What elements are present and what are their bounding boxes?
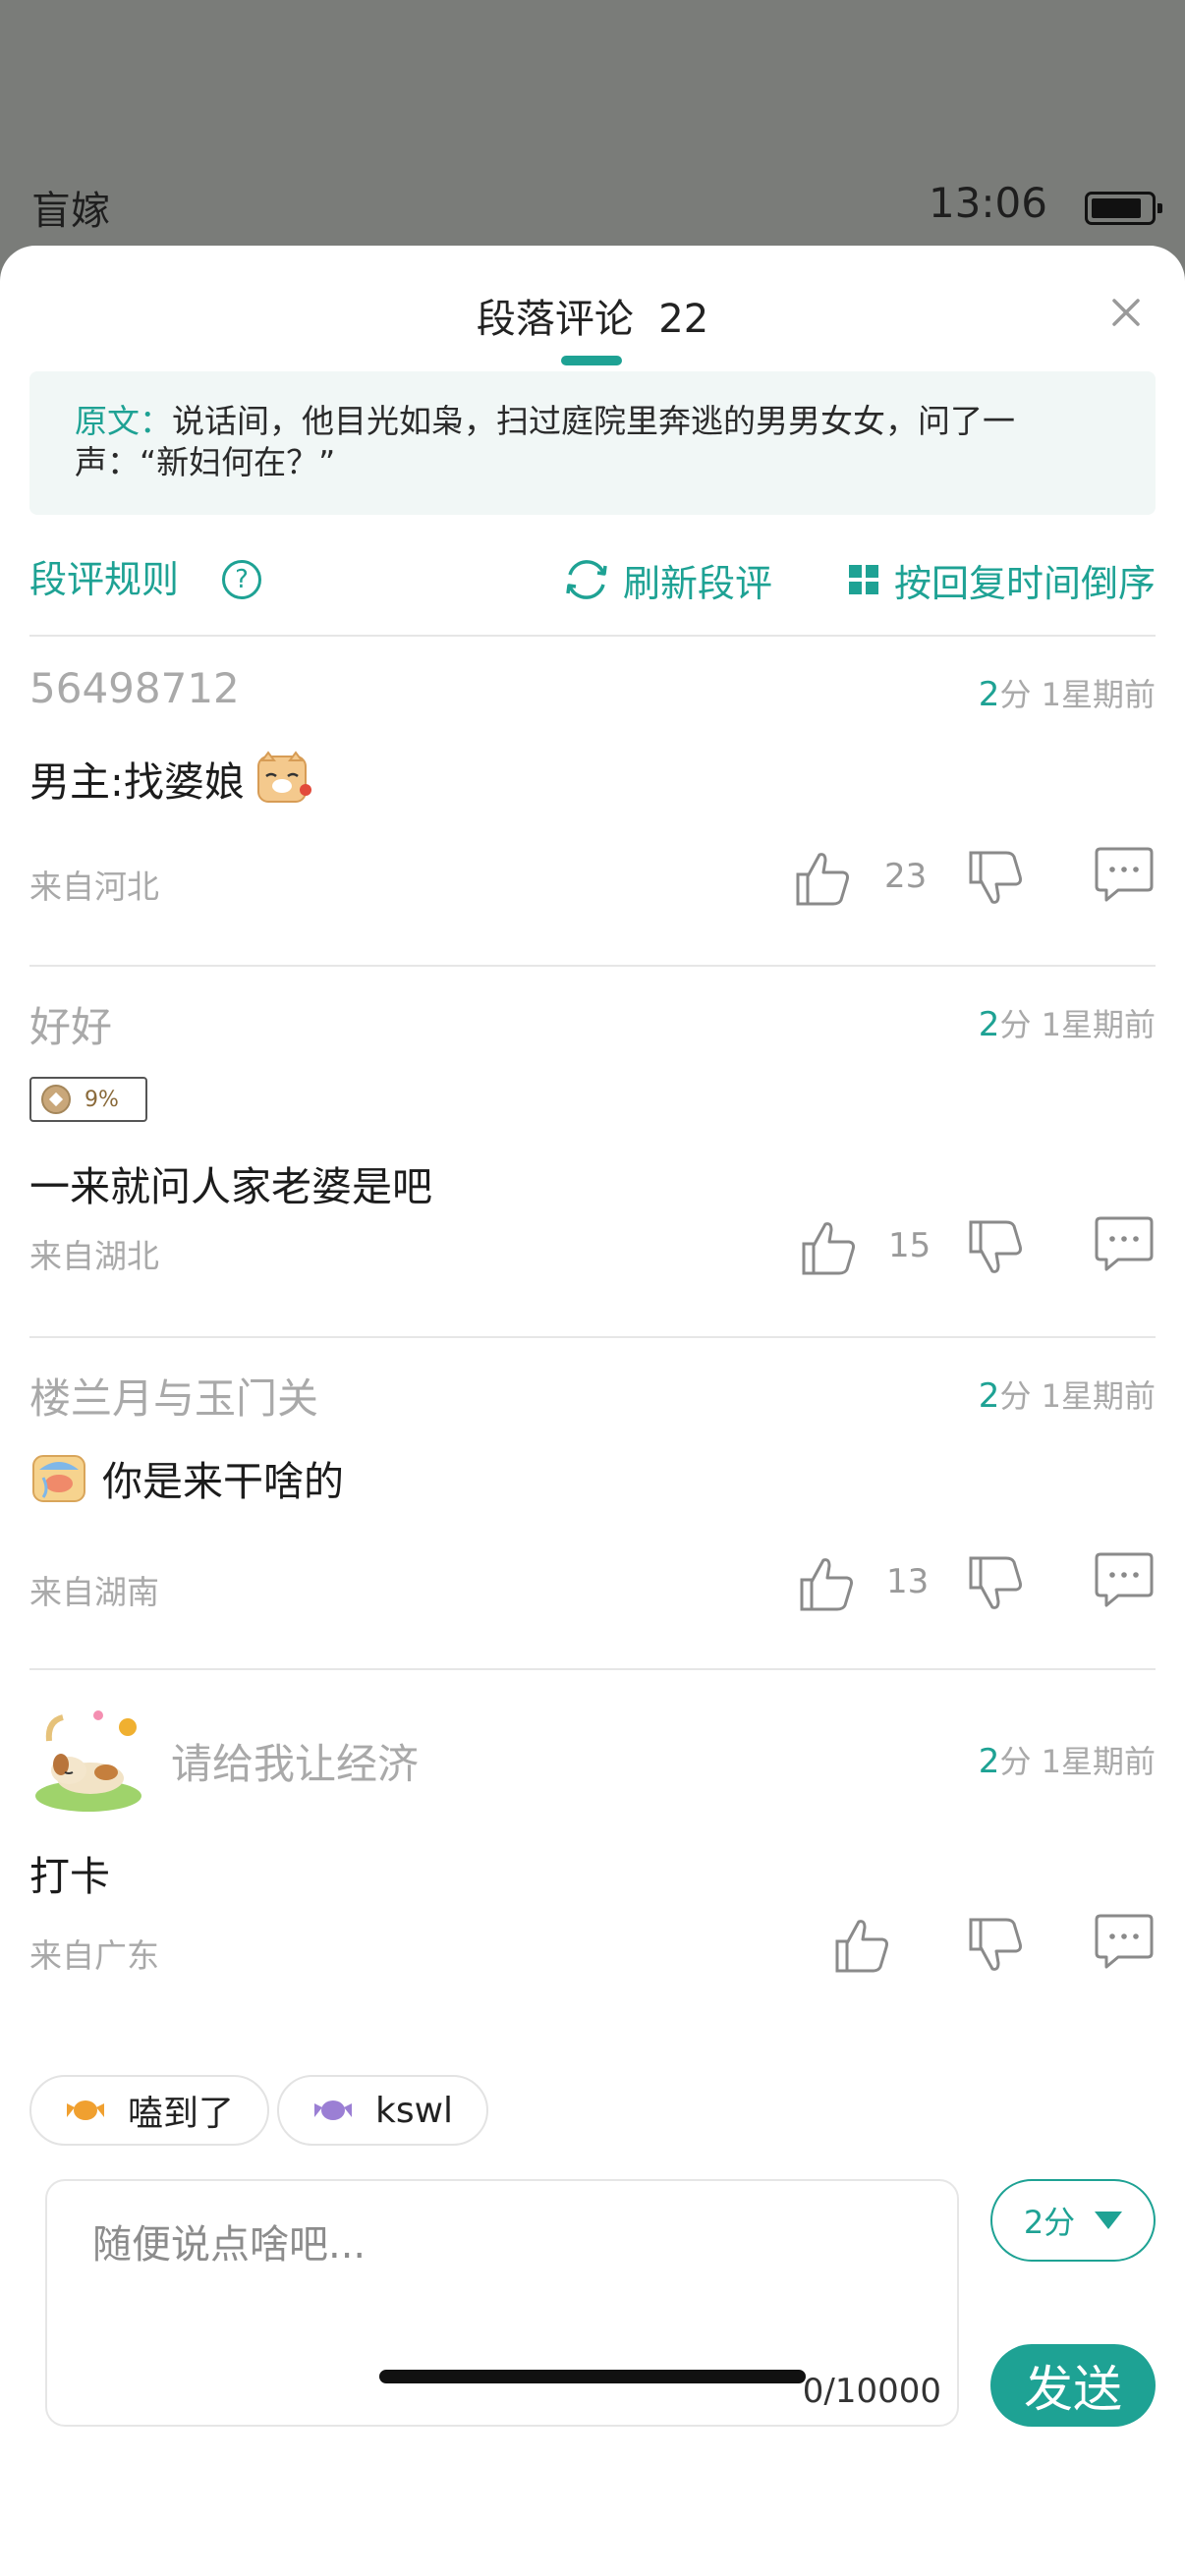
input-placeholder: 随便说点啥吧... (92, 2222, 367, 2268)
thumbs-down-icon[interactable] (965, 847, 1028, 910)
comment-meta: 2分 1星期前 (978, 1005, 1156, 1044)
comment-item: 请给我让经济 2分 1星期前 打卡 来自广东 (29, 1668, 1156, 2022)
help-icon[interactable]: ? (222, 560, 261, 599)
refresh-label: 刷新段评 (623, 561, 773, 605)
comment-actions (831, 1914, 1156, 1983)
comment-username[interactable]: 好好 (29, 994, 112, 1054)
comment-actions: 15 (792, 1216, 1156, 1285)
sleeping-dog-avatar[interactable] (29, 1702, 147, 1820)
chevron-down-icon (1095, 2212, 1123, 2229)
like-count: 13 (886, 1562, 930, 1601)
reply-icon[interactable] (1093, 847, 1156, 906)
thumbs-down-icon[interactable] (965, 1552, 1028, 1615)
quick-tag-chip[interactable]: 嗑到了 (29, 2075, 270, 2146)
reply-icon[interactable] (1093, 1914, 1156, 1973)
grid-icon (848, 565, 878, 594)
comment-item: 楼兰月与玉门关 2分 1星期前 你是来干啥的 来自湖南 13 (29, 1336, 1156, 1668)
thumbs-down-icon[interactable] (965, 1216, 1028, 1279)
like-count: 15 (888, 1226, 931, 1265)
refresh-button[interactable]: 刷新段评 (560, 540, 772, 619)
reply-icon[interactable] (1093, 1216, 1156, 1275)
comment-input[interactable]: 随便说点啥吧... 0/10000 (45, 2179, 959, 2427)
character-counter: 0/10000 (802, 2372, 941, 2411)
score-dropdown-value: 2分 (1023, 2204, 1076, 2241)
quick-tag-chip[interactable]: kswl (277, 2075, 489, 2146)
title-underline (561, 356, 622, 365)
sheet-title-text: 段落评论 (476, 297, 634, 342)
comment-username[interactable]: 楼兰月与玉门关 (29, 1366, 318, 1426)
status-bar: 盲嫁 13:06 (0, 0, 1185, 246)
comment-text: 一来就问人家老婆是吧 (29, 1163, 432, 1210)
sheet-title: 段落评论 22 (0, 287, 1185, 344)
comment-text: 打卡 (29, 1853, 110, 1900)
original-text-box: 原文：说话间，他目光如枭，扫过庭院里奔逃的男男女女，问了一声：“新妇何在？” (29, 371, 1156, 515)
score-dropdown[interactable]: 2分 (990, 2179, 1156, 2262)
status-time: 13:06 (928, 179, 1047, 227)
rules-link[interactable]: 段评规则 (29, 540, 179, 619)
quick-tags: 嗑到了 kswl (29, 2075, 619, 2150)
comment-text: 你是来干啥的 (29, 1448, 344, 1507)
cat-emoji-icon (256, 751, 311, 803)
comment-meta: 2分 1星期前 (978, 1376, 1156, 1416)
sort-button[interactable]: 按回复时间倒序 (848, 540, 1156, 619)
send-button[interactable]: 发送 (990, 2344, 1156, 2427)
comment-item: 好好 2分 1星期前 9% 一来就问人家老婆是吧 来自湖北 15 (29, 965, 1156, 1336)
comment-text: 男主:找婆娘 (29, 749, 313, 808)
crying-emoji-icon (32, 1455, 85, 1502)
comment-meta: 2分 1星期前 (978, 675, 1156, 714)
comment-location: 来自广东 (29, 1936, 159, 1975)
thumbs-up-icon[interactable] (796, 1552, 859, 1615)
battery-icon (1085, 192, 1162, 225)
thumbs-down-icon[interactable] (965, 1914, 1028, 1977)
thumbs-up-icon[interactable] (798, 1216, 861, 1279)
comment-actions: 23 (792, 847, 1156, 916)
sort-label: 按回复时间倒序 (893, 561, 1156, 605)
close-icon[interactable] (1106, 293, 1146, 332)
comment-meta: 2分 1星期前 (978, 1742, 1156, 1781)
comment-item: 56498712 2分 1星期前 男主:找婆娘 来自河北 23 (29, 635, 1156, 965)
comment-username[interactable]: 56498712 (29, 664, 240, 712)
coin-icon (41, 1085, 71, 1114)
comment-username[interactable]: 请给我让经济 (171, 1731, 419, 1791)
comment-count: 22 (658, 297, 709, 342)
reply-icon[interactable] (1093, 1552, 1156, 1611)
quote-text: 说话间，他目光如枭，扫过庭院里奔逃的男男女女，问了一声：“新妇何在？” (75, 402, 1015, 481)
candy-icon (314, 2100, 352, 2120)
comment-location: 来自湖北 (29, 1237, 159, 1275)
like-count: 23 (884, 857, 928, 896)
refresh-icon (566, 560, 607, 599)
thumbs-up-icon[interactable] (792, 847, 855, 910)
thumbs-up-icon[interactable] (831, 1914, 894, 1977)
home-indicator (379, 2370, 806, 2383)
comment-sheet: 段落评论 22 原文：说话间，他目光如枭，扫过庭院里奔逃的男男女女，问了一声：“… (0, 246, 1185, 2576)
status-app-name: 盲嫁 (31, 189, 110, 234)
quote-label: 原文： (75, 402, 172, 440)
comment-toolbar: 段评规则 ? 刷新段评 按回复时间倒序 (29, 540, 1156, 619)
fan-level-badge: 9% (29, 1077, 147, 1122)
comment-location: 来自湖南 (29, 1573, 159, 1611)
candy-icon (67, 2100, 104, 2120)
comment-location: 来自河北 (29, 868, 159, 906)
comment-actions: 13 (792, 1552, 1156, 1621)
